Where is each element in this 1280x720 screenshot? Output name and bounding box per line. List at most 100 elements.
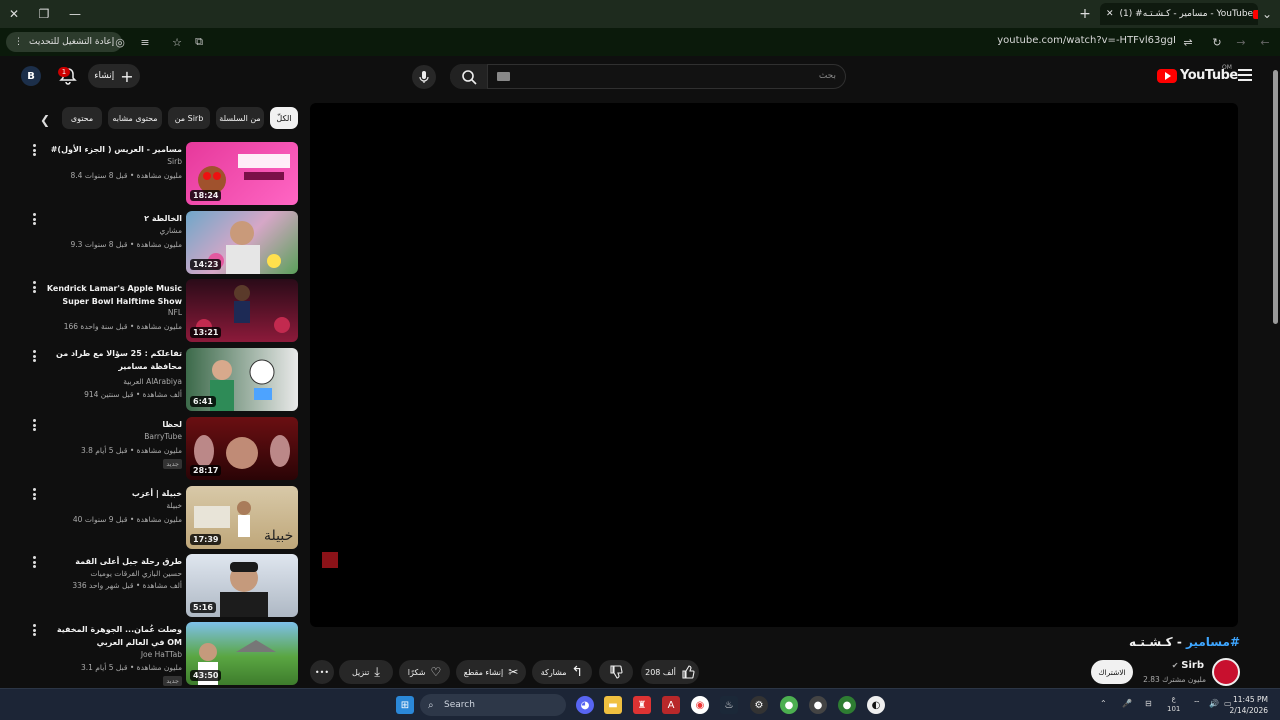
account-icon[interactable]: ◎ [112,34,128,50]
url-field[interactable]: youtube.com/watch?v=-HTFvl63ggI [997,35,1176,46]
site-settings-icon[interactable]: ⇌ [1180,34,1196,50]
video-title[interactable]: #مسامير - العريس ( الجزء الأول) [42,143,182,156]
video-title[interactable]: خبيلة | أعزب [42,487,182,500]
channel-name[interactable]: Sirb [167,157,182,166]
app-red-icon[interactable]: ♜ [633,696,651,714]
video-title[interactable]: وصلت عُمان... الجوهرة المخفية في العالم … [42,623,182,649]
video-player[interactable] [310,103,1238,627]
browser-tab[interactable]: ✕ (1) #مسامير - كـشـتـه - YouTube [1100,3,1258,25]
channel-name-main[interactable]: ✔ Sirb [1172,660,1204,671]
hashtag-link[interactable]: #مسامير [1186,635,1240,649]
minimize-window-icon[interactable]: — [65,4,85,24]
list-item[interactable]: 43:50 وصلت عُمان... الجوهرة المخفية في ا… [0,620,300,686]
dislike-button[interactable] [599,660,633,684]
app-a-icon[interactable]: A [662,696,680,714]
video-title[interactable]: تفاعلكم : 25 سؤالا مع طراد من محافظة مسا… [42,347,182,373]
browser-profile-3-icon[interactable]: ● [838,696,856,714]
bookmark-star-icon[interactable]: ☆ [169,34,185,50]
clock-date: 2/14/2026 [1229,706,1268,715]
channel-avatar[interactable] [1212,658,1240,686]
subscribe-button[interactable]: الاشتراك [1091,660,1133,684]
volume-icon[interactable]: 🔊 [1209,699,1219,708]
video-title[interactable]: لحظا [42,418,182,431]
language-tray-icon[interactable]: ⊟ [1145,699,1152,708]
more-actions-icon[interactable] [33,213,37,225]
thumbs-up-icon [682,665,695,679]
new-tab-icon[interactable]: + [1075,4,1095,24]
like-button[interactable]: 208 ألف [641,660,699,684]
thanks-button[interactable]: شكرًا ♡ [399,660,450,684]
chip-more[interactable]: محتوى [62,107,102,129]
browser-profile-2-icon[interactable]: ● [809,696,827,714]
tray-chevron-icon[interactable]: ⌃ [1100,699,1107,708]
app-circle-icon[interactable]: ◐ [867,696,885,714]
keyboard-icon[interactable] [497,72,510,81]
video-title[interactable]: Kendrick Lamar's Apple Music Super Bowl … [42,282,182,308]
settings-app-icon[interactable]: ⚙ [750,696,768,714]
reload-icon[interactable]: ↻ [1209,34,1225,50]
more-actions-icon[interactable] [33,281,37,293]
chip-all[interactable]: الكلّ [270,107,298,129]
share-button[interactable]: مشاركة ↰ [532,660,592,684]
back-icon[interactable]: ← [1257,34,1273,50]
list-item[interactable]: 6:41 تفاعلكم : 25 سؤالا مع طراد من محافظ… [0,346,300,412]
more-actions-button[interactable]: ••• [310,660,334,684]
wifi-icon[interactable]: ⌔ [1193,699,1201,709]
taskbar-search[interactable]: ⌕ Search [420,694,566,716]
more-actions-icon[interactable] [33,144,37,156]
voice-search-icon[interactable] [412,65,436,89]
scrollbar-thumb[interactable] [1273,70,1278,324]
avatar[interactable]: B [21,66,41,86]
clock-time: 11:45 PM [1233,695,1268,704]
input-language[interactable]: ع 101 [1167,694,1180,714]
list-item[interactable]: 13:21 Kendrick Lamar's Apple Music Super… [0,277,300,343]
more-actions-icon[interactable] [33,624,37,636]
list-item[interactable]: 5:16 طرق رحلة جبل أعلى القمة حسين البازي… [0,552,300,618]
channel-name[interactable]: العربية AlArabiya [123,377,182,386]
clip-button[interactable]: إنشاء مقطع ✂ [456,660,526,684]
chip-related[interactable]: محتوى مشابه [108,107,162,129]
install-app-icon[interactable]: ⧉ [191,34,207,50]
channel-name[interactable]: مشاري [160,226,183,235]
file-explorer-icon[interactable]: ▬ [604,696,622,714]
tab-list-chevron-icon[interactable]: ⌄ [1257,4,1277,24]
discord-icon[interactable]: ◕ [576,696,594,714]
restart-to-update-button[interactable]: ⋮ إعادة التشغيل للتحديث [6,32,123,52]
microphone-tray-icon[interactable]: 🎤 [1122,699,1132,708]
list-item[interactable]: ﺧﺒﻴﻠﺔ 17:39 خبيلة | أعزب خبيلة 40 مليون … [0,484,300,550]
video-title[interactable]: الخالطة ٢ [42,212,182,225]
chrome-icon[interactable]: ◉ [691,696,709,714]
taskbar-clock[interactable]: 11:45 PM 2/14/2026 [1230,694,1268,716]
video-title[interactable]: طرق رحلة جبل أعلى القمة [42,555,182,568]
channel-name[interactable]: NFL [168,308,182,317]
channel-name[interactable]: حسين البازي الفرقات يوميات [90,569,182,578]
more-actions-icon[interactable] [33,488,37,500]
restore-window-icon[interactable]: ❐ [34,4,54,24]
tab-close-icon[interactable]: ✕ [1106,9,1114,19]
list-item[interactable]: 28:17 لحظا BarryTube 3.8 مليون مشاهدة • … [0,415,300,481]
tab-title: (1) #مسامير - كـشـتـه - YouTube [1119,9,1254,19]
steam-icon[interactable]: ♨ [720,696,738,714]
chip-from-channel[interactable]: من Sirb [168,107,210,129]
more-actions-icon[interactable] [33,350,37,362]
chip-from-series[interactable]: من السلسلة [216,107,264,129]
list-item[interactable]: 14:23 الخالطة ٢ مشاري 9.3 مليون مشاهدة •… [0,209,300,275]
list-item[interactable]: 18:24 #مسامير - العريس ( الجزء الأول) Si… [0,140,300,206]
create-button[interactable]: إنشاء + [88,64,140,88]
video-meta: 8.4 مليون مشاهدة • قبل 8 سنوات [70,171,183,180]
svg-text:ﺧﺒﻴﻠﺔ: ﺧﺒﻴﻠﺔ [264,528,293,544]
more-actions-icon[interactable] [33,556,37,568]
channel-name[interactable]: خبيلة [166,501,182,510]
more-actions-icon[interactable] [33,419,37,431]
download-button[interactable]: تنزيل ⤓ [339,660,393,684]
search-button[interactable] [450,64,488,89]
close-window-icon[interactable]: ✕ [4,4,24,24]
channel-name[interactable]: BarryTube [144,432,182,441]
video-meta: 914 ألف مشاهدة • قبل سنتين [84,390,182,399]
channel-name[interactable]: Joe HaTTab [141,650,182,659]
browser-profile-1-icon[interactable]: ● [780,696,798,714]
forward-icon[interactable]: → [1233,34,1249,50]
guide-menu-icon[interactable] [1238,69,1252,81]
reading-list-icon[interactable]: ≡ [137,34,153,50]
windows-start-icon[interactable]: ⊞ [396,696,414,714]
